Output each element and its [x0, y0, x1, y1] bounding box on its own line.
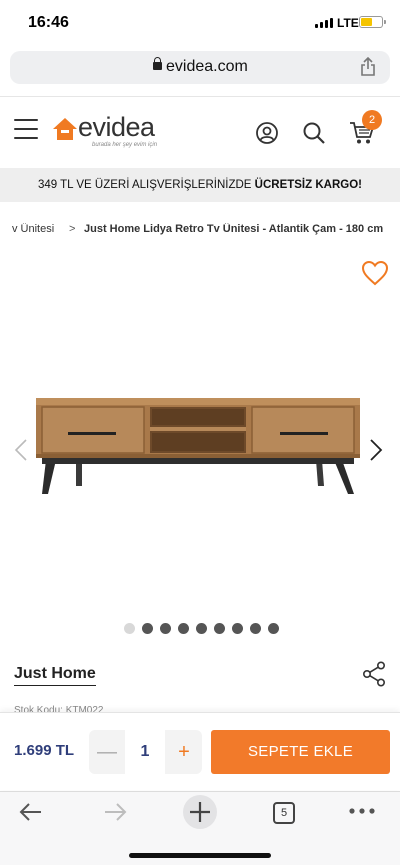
promo-text: 349 TL VE ÜZERİ ALIŞVERİŞLERİNİZDE	[37, 179, 255, 191]
increase-button[interactable]: +	[166, 730, 202, 774]
cart-count-badge: 2	[362, 110, 382, 130]
signal-icon	[315, 18, 333, 28]
quantity-stepper: — 1 +	[89, 730, 202, 774]
breadcrumb: v Ünitesi > Just Home Lidya Retro Tv Üni…	[0, 223, 400, 239]
network-type: LTE	[337, 16, 359, 30]
home-indicator	[129, 853, 271, 858]
new-tab-icon	[190, 802, 210, 822]
promo-banner[interactable]: 349 TL VE ÜZERİ ALIŞVERİŞLERİNİZDE ÜCRET…	[0, 168, 400, 202]
gallery-dot[interactable]	[232, 623, 243, 634]
battery-icon	[359, 16, 386, 28]
user-icon[interactable]	[255, 121, 279, 145]
gallery-dot[interactable]	[250, 623, 261, 634]
logo-tagline: burada her şey evim için	[92, 142, 158, 148]
browser-toolbar: 5	[0, 791, 400, 865]
add-to-cart-button[interactable]: SEPETE EKLE	[211, 730, 390, 774]
gallery-dot[interactable]	[214, 623, 225, 634]
brand-link[interactable]: Just Home	[14, 665, 96, 686]
chevron-right-icon[interactable]	[369, 439, 383, 461]
price: 1.699 TL	[14, 742, 75, 759]
tabs-icon[interactable]: 5	[273, 802, 295, 824]
gallery-dot[interactable]	[160, 623, 171, 634]
gallery-dot[interactable]	[268, 623, 279, 634]
site-header: evidea burada her şey evim için	[0, 96, 400, 166]
chevron-left-icon[interactable]	[14, 439, 28, 461]
gallery-dot[interactable]	[178, 623, 189, 634]
logo-house-icon	[53, 118, 77, 140]
gallery-dot[interactable]	[196, 623, 207, 634]
new-tab-button[interactable]	[183, 795, 217, 829]
logo-text: evidea	[78, 112, 155, 142]
buy-bar: 1.699 TL — 1 + SEPETE EKLE	[0, 712, 400, 790]
lock-icon	[153, 57, 162, 70]
status-bar: 16:46 LTE	[0, 0, 400, 44]
decrease-button[interactable]: —	[89, 730, 125, 774]
gallery-pagination	[124, 623, 279, 634]
product-image[interactable]	[36, 396, 360, 500]
back-icon[interactable]	[19, 802, 43, 822]
promo-highlight: ÜCRETSİZ KARGO!	[254, 179, 362, 191]
more-icon[interactable]	[349, 808, 375, 814]
forward-icon[interactable]	[103, 802, 127, 822]
breadcrumb-parent[interactable]: v Ünitesi	[12, 223, 54, 235]
address-bar[interactable]: evidea.com	[10, 51, 390, 84]
heart-icon[interactable]	[361, 260, 389, 286]
quantity-value[interactable]: 1	[125, 730, 165, 774]
url-text: evidea.com	[166, 58, 248, 75]
share-icon[interactable]	[360, 57, 376, 77]
share-nodes-icon[interactable]	[362, 661, 386, 687]
search-icon[interactable]	[302, 121, 326, 145]
breadcrumb-current: Just Home Lidya Retro Tv Ünitesi - Atlan…	[84, 223, 384, 235]
status-time: 16:46	[28, 14, 69, 31]
hamburger-icon[interactable]	[14, 119, 38, 146]
breadcrumb-separator: >	[69, 223, 76, 235]
gallery-dot[interactable]	[124, 623, 135, 634]
gallery-dot[interactable]	[142, 623, 153, 634]
